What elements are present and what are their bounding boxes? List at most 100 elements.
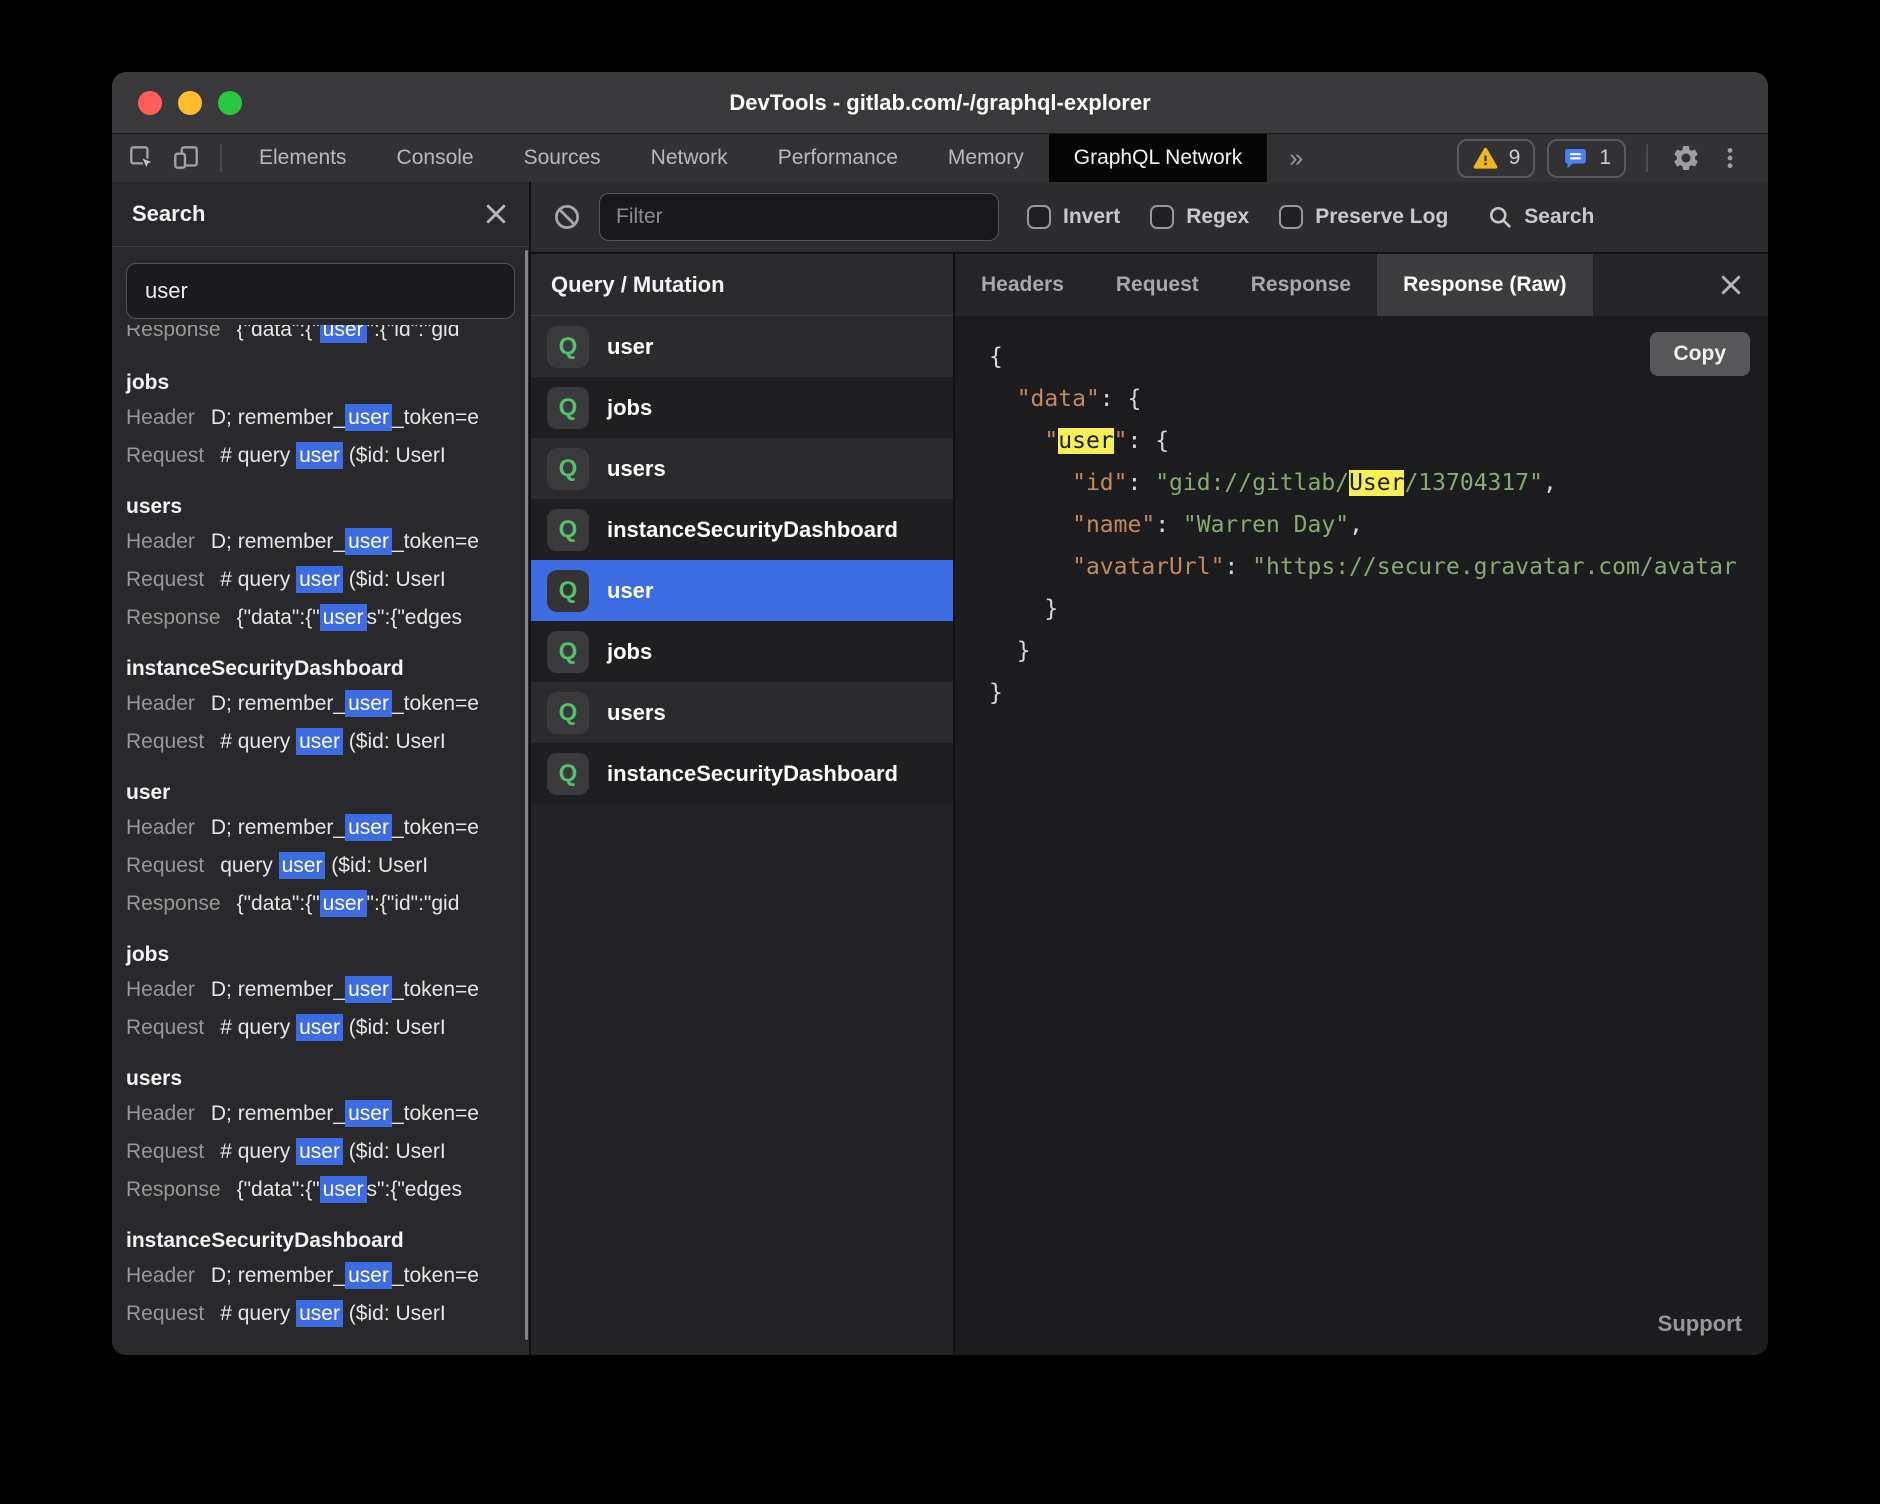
search-result-row[interactable]: HeaderD; remember_user_token=e xyxy=(126,685,529,723)
query-item-jobs[interactable]: Qjobs xyxy=(531,621,953,682)
search-row-label: Header xyxy=(126,1264,195,1287)
json-token: { xyxy=(1128,386,1142,412)
json-line: } xyxy=(989,588,1768,630)
checkbox-box xyxy=(1150,205,1174,229)
search-result-row[interactable]: HeaderD; remember_user_token=e xyxy=(126,399,529,437)
inspect-element-icon[interactable] xyxy=(120,136,164,180)
titlebar: DevTools - gitlab.com/-/graphql-explorer xyxy=(112,72,1768,134)
query-mutation-panel: Query / Mutation QuserQjobsQusersQinstan… xyxy=(531,254,955,1355)
devtools-toolbar: ElementsConsoleSourcesNetworkPerformance… xyxy=(112,134,1768,182)
response-tab-headers[interactable]: Headers xyxy=(955,254,1090,316)
search-result-row[interactable]: Request# query user ($id: UserI xyxy=(126,437,529,475)
support-link[interactable]: Support xyxy=(1658,1311,1742,1337)
query-item-instancesecuritydashboard[interactable]: QinstanceSecurityDashboard xyxy=(531,499,953,560)
tab-sources[interactable]: Sources xyxy=(499,134,626,182)
tab-elements[interactable]: Elements xyxy=(234,134,372,182)
search-result-row[interactable]: Request# query user ($id: UserI xyxy=(126,1133,529,1171)
match-text: ($id: UserI xyxy=(343,730,446,753)
kebab-menu-icon[interactable] xyxy=(1708,136,1752,180)
close-window-button[interactable] xyxy=(138,91,162,115)
toolbar-divider xyxy=(1646,144,1648,172)
search-input[interactable] xyxy=(126,263,515,319)
search-row-label: Request xyxy=(126,854,204,877)
close-search-icon[interactable] xyxy=(483,201,509,227)
response-tab-response-raw[interactable]: Response (Raw) xyxy=(1377,254,1592,316)
match-text: D; remember_ xyxy=(211,692,345,715)
search-result-row[interactable]: HeaderD; remember_user_token=e xyxy=(126,1257,529,1295)
search-result-row[interactable]: Request# query user ($id: UserI xyxy=(126,723,529,761)
search-row-label: Response xyxy=(126,606,221,629)
match-highlight: user xyxy=(296,728,343,755)
search-panel-title: Search xyxy=(132,201,205,227)
warnings-badge[interactable]: 9 xyxy=(1457,139,1536,178)
preserve-log-checkbox[interactable]: Preserve Log xyxy=(1279,205,1448,229)
search-row-label: Header xyxy=(126,816,195,839)
chat-bubble-icon xyxy=(1562,145,1589,172)
fullscreen-window-button[interactable] xyxy=(218,91,242,115)
query-item-user[interactable]: Quser xyxy=(531,316,953,377)
match-highlight: user xyxy=(320,604,367,631)
match-highlight: user xyxy=(345,690,392,717)
search-result-group-title: users xyxy=(126,491,529,523)
json-token xyxy=(989,512,1072,538)
tab-graphql-network[interactable]: GraphQL Network xyxy=(1049,134,1267,182)
search-result-row[interactable]: Response{"data":{"user":{"id":"gid xyxy=(126,885,529,923)
query-item-label: jobs xyxy=(607,639,652,665)
settings-gear-icon[interactable] xyxy=(1664,136,1708,180)
search-result-row[interactable]: HeaderD; remember_user_token=e xyxy=(126,523,529,561)
match-text: {"data":{" xyxy=(237,606,320,629)
search-toggle[interactable]: Search xyxy=(1486,203,1594,231)
json-token: " xyxy=(1114,428,1128,454)
warning-triangle-icon xyxy=(1472,145,1499,172)
search-result-row[interactable]: Requestquery user ($id: UserI xyxy=(126,847,529,885)
checkbox-box xyxy=(1027,205,1051,229)
search-result-row[interactable]: Response{"data":{"users":{"edges xyxy=(126,599,529,637)
query-item-instancesecuritydashboard[interactable]: QinstanceSecurityDashboard xyxy=(531,743,953,804)
json-token xyxy=(989,386,1017,412)
clear-log-icon[interactable] xyxy=(545,195,589,239)
minimize-window-button[interactable] xyxy=(178,91,202,115)
json-token: : xyxy=(1127,470,1155,496)
search-result-row[interactable]: HeaderD; remember_user_token=e xyxy=(126,809,529,847)
search-result-group-title: instanceSecurityDashboard xyxy=(126,653,529,685)
close-details-icon[interactable] xyxy=(1694,254,1768,316)
query-item-users[interactable]: Qusers xyxy=(531,682,953,743)
search-result-row-clipped[interactable]: Response{"data":{"user":{"id":"gid xyxy=(126,325,529,351)
search-result-group-title: users xyxy=(126,1063,529,1095)
messages-badge[interactable]: 1 xyxy=(1547,139,1626,178)
query-item-user[interactable]: Quser xyxy=(531,560,953,621)
match-text: ":{"id":"gid xyxy=(367,892,460,915)
match-highlight: user xyxy=(345,1262,392,1289)
search-result-row[interactable]: Response{"data":{"users":{"edges xyxy=(126,1171,529,1209)
match-text: # query xyxy=(220,568,296,591)
invert-checkbox[interactable]: Invert xyxy=(1027,205,1120,229)
search-results-scrollbar[interactable] xyxy=(525,250,528,1340)
search-result-row[interactable]: Request# query user ($id: UserI xyxy=(126,561,529,599)
tab-network[interactable]: Network xyxy=(626,134,753,182)
response-tab-request[interactable]: Request xyxy=(1090,254,1225,316)
tab-memory[interactable]: Memory xyxy=(923,134,1049,182)
search-result-row[interactable]: HeaderD; remember_user_token=e xyxy=(126,1095,529,1133)
match-text: s":{"edges xyxy=(367,1178,462,1201)
tab-performance[interactable]: Performance xyxy=(753,134,923,182)
match-text: D; remember_ xyxy=(211,1264,345,1287)
more-tabs-button[interactable]: » xyxy=(1267,134,1325,182)
regex-label: Regex xyxy=(1186,205,1249,229)
match-text: # query xyxy=(220,1016,296,1039)
tab-console[interactable]: Console xyxy=(372,134,499,182)
query-item-jobs[interactable]: Qjobs xyxy=(531,377,953,438)
query-item-label: jobs xyxy=(607,395,652,421)
query-item-users[interactable]: Qusers xyxy=(531,438,953,499)
match-highlight: user xyxy=(320,890,367,917)
device-toolbar-icon[interactable] xyxy=(164,136,208,180)
query-type-icon: Q xyxy=(547,448,589,490)
search-result-row[interactable]: Request# query user ($id: UserI xyxy=(126,1295,529,1333)
search-result-row[interactable]: HeaderD; remember_user_token=e xyxy=(126,971,529,1009)
copy-button[interactable]: Copy xyxy=(1650,332,1751,376)
match-text: ($id: UserI xyxy=(325,854,428,877)
query-type-icon: Q xyxy=(547,753,589,795)
response-tab-response[interactable]: Response xyxy=(1225,254,1377,316)
search-result-row[interactable]: Request# query user ($id: UserI xyxy=(126,1009,529,1047)
regex-checkbox[interactable]: Regex xyxy=(1150,205,1249,229)
filter-input[interactable] xyxy=(599,193,999,241)
